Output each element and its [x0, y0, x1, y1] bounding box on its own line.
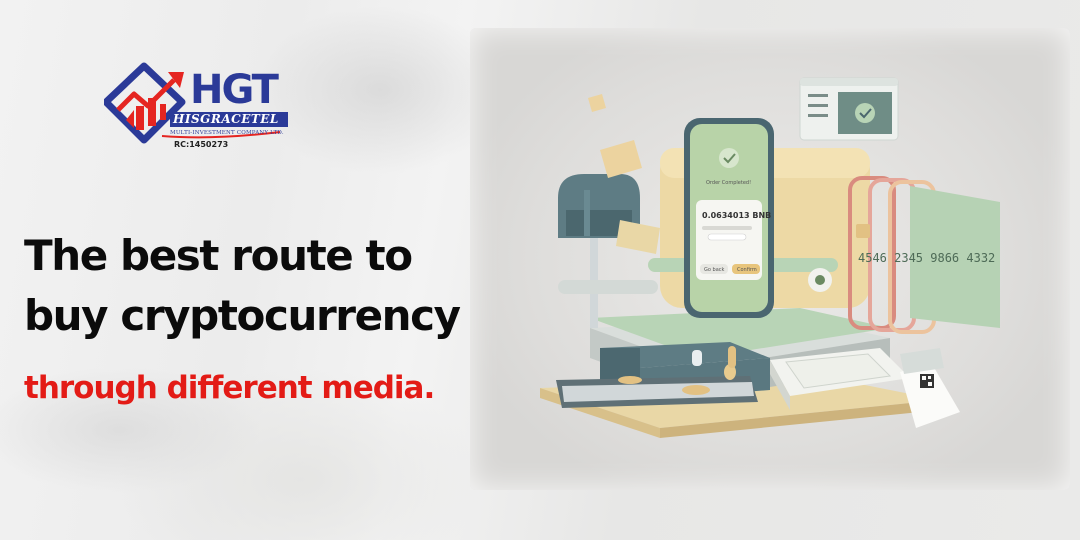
headline: The best route to buy cryptocurrency	[24, 226, 461, 346]
subheadline: through different media.	[24, 370, 435, 406]
card-number-text: 4546 2345 9866 4332	[858, 251, 995, 265]
crypto-machine-icon: Order Completed! 0.0634013 BNB Go back C…	[540, 77, 1000, 438]
phone-status-text: Order Completed!	[706, 180, 751, 186]
logo-registration-number: RC:1450273	[174, 140, 229, 149]
phone-button-right: Confirm	[737, 267, 757, 273]
phone-button-left: Go back	[704, 267, 725, 273]
logo-company-type: MULTI-INVESTMENT COMPANY LTD.	[170, 130, 284, 136]
phone-amount-text: 0.0634013 BNB	[702, 211, 771, 220]
headline-line-1: The best route to	[24, 231, 413, 280]
headline-line-2: buy cryptocurrency	[24, 291, 461, 340]
logo-company-name: HISGRACETEL	[170, 112, 288, 128]
crypto-machine-illustration: Order Completed! 0.0634013 BNB Go back C…	[470, 28, 1070, 490]
company-logo: HGT HISGRACETEL MULTI-INVESTMENT COMPANY…	[104, 58, 304, 168]
logo-brand-text: HGT	[190, 67, 279, 113]
